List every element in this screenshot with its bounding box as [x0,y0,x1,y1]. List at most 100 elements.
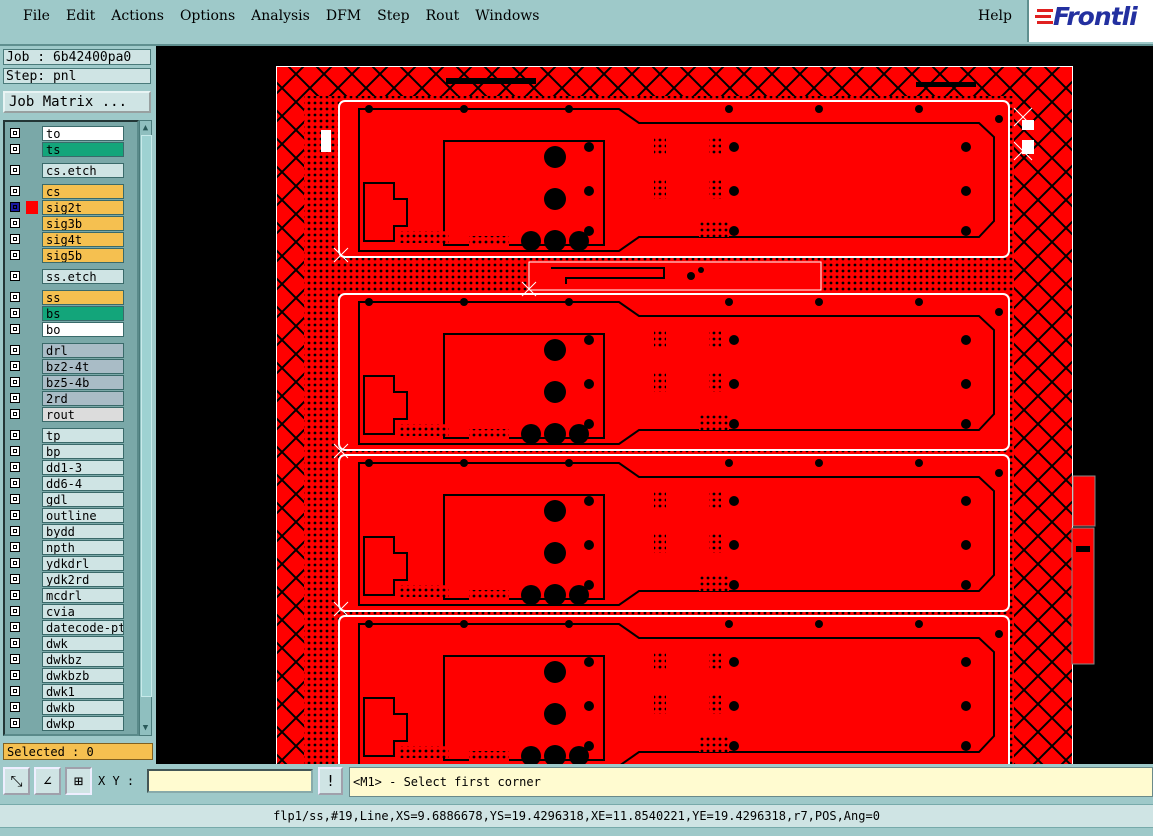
layer-row[interactable]: dwk1 [8,684,128,699]
layer-checkbox[interactable] [10,686,20,696]
layer-row[interactable]: sig5b [8,248,128,263]
layer-row[interactable]: cvia [8,604,128,619]
layer-checkbox[interactable] [10,478,20,488]
layer-checkbox[interactable] [10,606,20,616]
layer-row[interactable]: bs [8,306,128,321]
layer-row[interactable]: dwkbzb [8,668,128,683]
layer-row[interactable]: cs [8,184,128,199]
layer-name[interactable]: dwkb [42,700,124,715]
layer-name[interactable]: gdl [42,492,124,507]
layer-name[interactable]: dd1-3 [42,460,124,475]
layer-row[interactable]: sig2t [8,200,128,215]
menu-options[interactable]: Options [172,8,243,24]
layer-name[interactable]: ss.etch [42,269,124,284]
layer-checkbox[interactable] [10,574,20,584]
layer-name[interactable]: dwkp [42,716,124,731]
layer-name[interactable]: ydk2rd [42,572,124,587]
layer-name[interactable]: tp [42,428,124,443]
menu-help[interactable]: Help [978,8,1012,24]
layer-name[interactable]: bz2-4t [42,359,124,374]
snap-grid-icon[interactable]: ⊞ [65,767,92,795]
layer-name[interactable]: sig5b [42,248,124,263]
layer-name[interactable]: ts [42,142,124,157]
layer-checkbox[interactable] [10,702,20,712]
layer-row[interactable]: ydk2rd [8,572,128,587]
layer-name[interactable]: ydkdrl [42,556,124,571]
menu-step[interactable]: Step [369,8,417,24]
menu-file[interactable]: File [15,8,58,24]
menu-edit[interactable]: Edit [58,8,103,24]
layer-checkbox[interactable] [10,202,20,212]
scroll-thumb[interactable] [141,135,152,697]
layer-row[interactable]: sig3b [8,216,128,231]
layer-name[interactable]: drl [42,343,124,358]
layer-checkbox[interactable] [10,409,20,419]
layer-checkbox[interactable] [10,218,20,228]
layer-name[interactable]: mcdrl [42,588,124,603]
layer-name[interactable]: bydd [42,524,124,539]
graphic-canvas[interactable] [156,46,1153,773]
layer-checkbox[interactable] [10,670,20,680]
layer-checkbox[interactable] [10,558,20,568]
layer-checkbox[interactable] [10,324,20,334]
menu-dfm[interactable]: DFM [318,8,369,24]
layer-name[interactable]: bo [42,322,124,337]
xy-input[interactable] [147,769,313,793]
layer-row[interactable]: sig4t [8,232,128,247]
layer-checkbox[interactable] [10,542,20,552]
layer-row[interactable]: outline [8,508,128,523]
layer-checkbox[interactable] [10,622,20,632]
layer-row[interactable]: datecode-pte [8,620,128,635]
layer-checkbox[interactable] [10,654,20,664]
job-matrix-button[interactable]: Job Matrix ... [3,91,151,113]
layer-row[interactable]: bo [8,322,128,337]
layer-checkbox[interactable] [10,494,20,504]
layer-row[interactable]: cs.etch [8,163,128,178]
layer-row[interactable]: ts [8,142,128,157]
layer-row[interactable]: mcdrl [8,588,128,603]
layer-name[interactable]: cvia [42,604,124,619]
layer-name[interactable]: sig3b [42,216,124,231]
layer-name[interactable]: 2rd [42,391,124,406]
layer-row[interactable]: dd6-4 [8,476,128,491]
layer-checkbox[interactable] [10,128,20,138]
layer-name[interactable]: dwkbzb [42,668,124,683]
layer-row[interactable]: ydkdrl [8,556,128,571]
layer-name[interactable]: dd6-4 [42,476,124,491]
layer-row[interactable]: bz2-4t [8,359,128,374]
info-button[interactable]: ! [318,767,343,795]
layer-name[interactable]: cs [42,184,124,199]
layer-checkbox[interactable] [10,393,20,403]
layer-row[interactable]: ss [8,290,128,305]
layer-name[interactable]: rout [42,407,124,422]
scroll-down-icon[interactable]: ▼ [140,722,151,734]
layer-scrollbar[interactable]: ▲ ▼ [139,120,152,736]
layer-checkbox[interactable] [10,186,20,196]
layer-name[interactable]: bs [42,306,124,321]
layer-checkbox[interactable] [10,430,20,440]
layer-name[interactable]: cs.etch [42,163,124,178]
layer-checkbox[interactable] [10,271,20,281]
layer-checkbox[interactable] [10,510,20,520]
layer-checkbox[interactable] [10,377,20,387]
layer-row[interactable]: to [8,126,128,141]
layer-name[interactable]: datecode-pte [42,620,124,635]
layer-checkbox[interactable] [10,446,20,456]
layer-name[interactable]: sig2t [42,200,124,215]
layer-row[interactable]: tp [8,428,128,443]
measure-icon[interactable]: ∠ [34,767,61,795]
layer-checkbox[interactable] [10,292,20,302]
layer-checkbox[interactable] [10,718,20,728]
layer-checkbox[interactable] [10,345,20,355]
layer-name[interactable]: bz5-4b [42,375,124,390]
pcb-panel-view[interactable] [156,46,1153,773]
zoom-fit-icon[interactable]: ⤡ [3,767,30,795]
layer-checkbox[interactable] [10,144,20,154]
layer-checkbox[interactable] [10,165,20,175]
layer-row[interactable]: ss.etch [8,269,128,284]
layer-name[interactable]: outline [42,508,124,523]
menu-actions[interactable]: Actions [103,8,172,24]
layer-checkbox[interactable] [10,308,20,318]
layer-checkbox[interactable] [10,638,20,648]
layer-row[interactable]: bz5-4b [8,375,128,390]
